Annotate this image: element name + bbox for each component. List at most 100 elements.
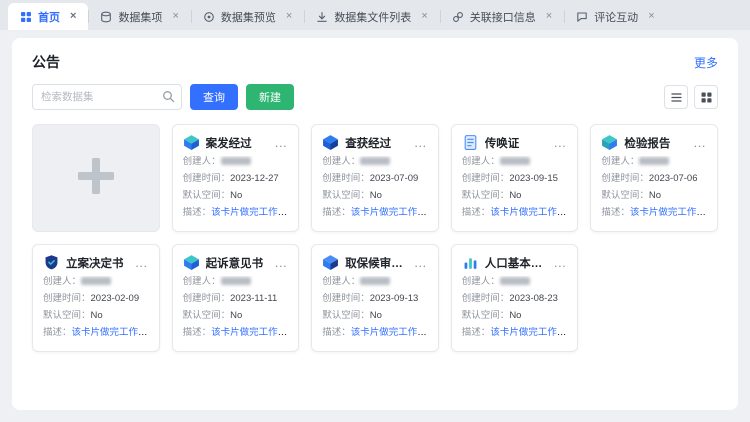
created-value: 2023-02-09: [91, 293, 140, 304]
description-value: 该卡片做完工作空间的展示: [490, 327, 567, 338]
page-title: 公告: [32, 52, 60, 72]
created-value: 2023-11-11: [230, 293, 277, 304]
redacted-creator-name: [221, 277, 251, 285]
query-button[interactable]: 查询: [190, 84, 238, 110]
created-label: 创建时间：: [601, 173, 649, 184]
card-more-button[interactable]: …: [273, 139, 288, 147]
more-link[interactable]: 更多: [694, 54, 718, 71]
dataset-card[interactable]: 查获经过 … 创建人： 创建时间：2023-07-09 默认空间：No 描述：该…: [311, 124, 439, 232]
created-label: 创建时间：: [462, 293, 510, 304]
announcement-panel: 公告 更多 查询 新建: [12, 38, 738, 410]
tab-comments[interactable]: 评论互动 ×: [564, 3, 666, 30]
toolbar: 查询 新建: [32, 84, 718, 110]
close-icon[interactable]: ×: [286, 11, 292, 22]
shield-icon: [43, 254, 60, 271]
search-box: [32, 84, 182, 110]
default-space-label: 默认空间：: [462, 310, 510, 321]
default-space-value: No: [509, 310, 521, 321]
card-more-button[interactable]: …: [552, 259, 567, 267]
created-label: 创建时间：: [322, 173, 370, 184]
comment-icon: [576, 11, 588, 23]
description-label: 描述：: [462, 207, 491, 218]
tab-label: 数据集预览: [221, 9, 276, 25]
creator-label: 创建人：: [322, 156, 360, 167]
card-more-button[interactable]: …: [273, 259, 288, 267]
dataset-cube-icon: [183, 254, 200, 271]
creator-label: 创建人：: [43, 276, 81, 287]
default-space-label: 默认空间：: [462, 190, 510, 201]
card-title: 传唤证: [485, 135, 520, 151]
close-icon[interactable]: ×: [648, 11, 654, 22]
tab-label: 数据集文件列表: [334, 9, 411, 25]
download-icon: [316, 11, 328, 23]
created-label: 创建时间：: [183, 173, 231, 184]
created-value: 2023-09-13: [370, 293, 419, 304]
list-view-button[interactable]: [664, 85, 688, 109]
tab-label: 首页: [38, 9, 60, 25]
preview-icon: [203, 11, 215, 23]
search-input[interactable]: [32, 84, 182, 110]
creator-label: 创建人：: [322, 276, 360, 287]
link-icon: [452, 11, 464, 23]
description-value: 该卡片做完工作空间的展示: [72, 327, 149, 338]
card-more-button[interactable]: …: [552, 139, 567, 147]
redacted-creator-name: [500, 157, 530, 165]
close-icon[interactable]: ×: [172, 11, 178, 22]
card-more-button[interactable]: …: [413, 139, 428, 147]
close-icon[interactable]: ×: [70, 11, 76, 22]
default-space-label: 默认空间：: [183, 190, 231, 201]
redacted-creator-name: [360, 277, 390, 285]
tab-dataset-preview[interactable]: 数据集预览 ×: [191, 3, 304, 30]
created-label: 创建时间：: [322, 293, 370, 304]
default-space-value: No: [230, 310, 242, 321]
tab-dataset-file-list[interactable]: 数据集文件列表 ×: [304, 3, 439, 30]
tab-dataset-items[interactable]: 数据集项 ×: [88, 3, 190, 30]
dataset-card[interactable]: 起诉意见书 … 创建人： 创建时间：2023-11-11 默认空间：No 描述：…: [172, 244, 300, 352]
description-label: 描述：: [462, 327, 491, 338]
close-icon[interactable]: ×: [546, 11, 552, 22]
card-title: 立案决定书: [66, 255, 124, 271]
redacted-creator-name: [81, 277, 111, 285]
create-button[interactable]: 新建: [246, 84, 294, 110]
card-title: 人口基本信息: [485, 255, 547, 271]
description-label: 描述：: [183, 207, 212, 218]
card-more-button[interactable]: …: [134, 259, 149, 267]
dataset-card[interactable]: 立案决定书 … 创建人： 创建时间：2023-02-09 默认空间：No 描述：…: [32, 244, 160, 352]
description-value: 该卡片做完工作空间的展示: [211, 327, 288, 338]
tab-label: 评论互动: [594, 9, 638, 25]
card-title: 起诉意见书: [206, 255, 264, 271]
dataset-card[interactable]: 取保候审决定书 … 创建人： 创建时间：2023-09-13 默认空间：No 描…: [311, 244, 439, 352]
tab-home[interactable]: 首页 ×: [8, 3, 88, 30]
close-icon[interactable]: ×: [421, 11, 427, 22]
default-space-value: No: [649, 190, 661, 201]
creator-label: 创建人：: [183, 156, 221, 167]
default-space-value: No: [230, 190, 242, 201]
card-title: 案发经过: [206, 135, 252, 151]
description-value: 该卡片做完工作空间的展示: [490, 207, 567, 218]
redacted-creator-name: [221, 157, 251, 165]
tab-label: 关联接口信息: [470, 9, 536, 25]
redacted-creator-name: [639, 157, 669, 165]
description-label: 描述：: [601, 207, 630, 218]
dataset-card[interactable]: 案发经过 … 创建人： 创建时间：2023-12-27 默认空间：No 描述：该…: [172, 124, 300, 232]
tab-bar: 首页 × 数据集项 × 数据集预览 × 数据集文件列表 × 关联接口信息 × 评: [0, 0, 750, 30]
database-icon: [100, 11, 112, 23]
dataset-card[interactable]: 人口基本信息 … 创建人： 创建时间：2023-08-23 默认空间：No 描述…: [451, 244, 579, 352]
grid-view-button[interactable]: [694, 85, 718, 109]
dataset-card[interactable]: 检验报告 … 创建人： 创建时间：2023-07-06 默认空间：No 描述：该…: [590, 124, 718, 232]
description-label: 描述：: [43, 327, 72, 338]
dataset-card[interactable]: 传唤证 … 创建人： 创建时间：2023-09-15 默认空间：No 描述：该卡…: [451, 124, 579, 232]
redacted-creator-name: [360, 157, 390, 165]
card-more-button[interactable]: …: [692, 139, 707, 147]
description-label: 描述：: [322, 207, 351, 218]
add-dataset-card[interactable]: [32, 124, 160, 232]
plus-icon: [73, 153, 119, 204]
tab-label: 数据集项: [118, 9, 162, 25]
tab-interface-info[interactable]: 关联接口信息 ×: [440, 3, 564, 30]
default-space-label: 默认空间：: [43, 310, 91, 321]
default-space-label: 默认空间：: [322, 190, 370, 201]
default-space-label: 默认空间：: [601, 190, 649, 201]
default-space-value: No: [509, 190, 521, 201]
created-label: 创建时间：: [183, 293, 231, 304]
card-more-button[interactable]: …: [413, 259, 428, 267]
